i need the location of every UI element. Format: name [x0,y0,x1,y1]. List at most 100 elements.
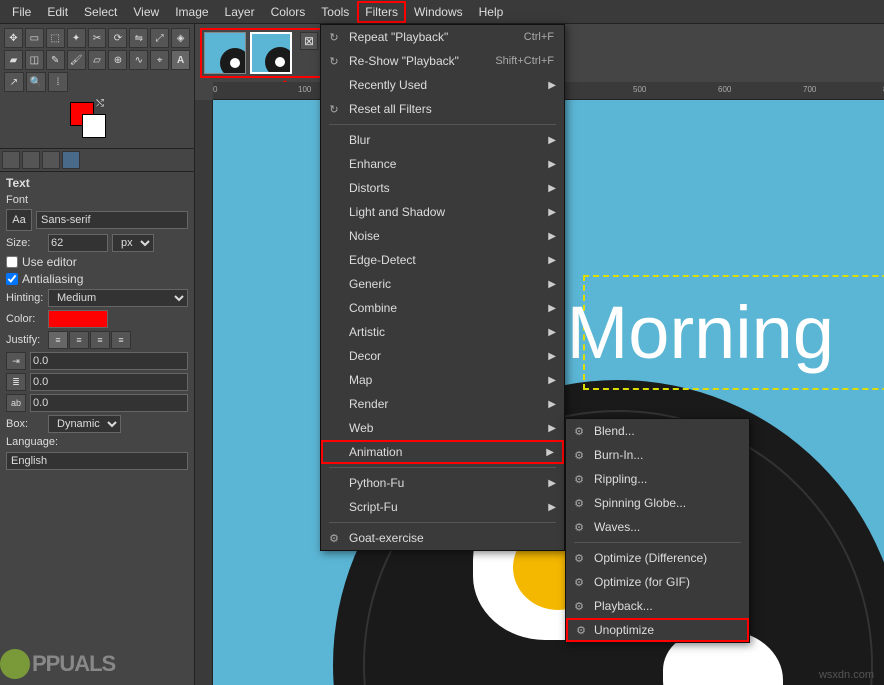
menu-item-edge-detect[interactable]: Edge-Detect▶ [321,248,564,272]
document-thumb-2[interactable] [250,32,292,74]
tool-pencil[interactable]: ✎ [46,50,65,70]
menu-item-repeat-playback-[interactable]: ↻Repeat "Playback"Ctrl+F [321,25,564,49]
menu-item-decor[interactable]: Decor▶ [321,344,564,368]
background-color[interactable] [82,114,106,138]
tool-bucket[interactable]: ▰ [4,50,23,70]
menu-item-recently-used[interactable]: Recently Used▶ [321,73,564,97]
text-color-swatch[interactable] [48,310,108,328]
tab-history[interactable] [42,151,60,169]
menu-item-light-and-shadow[interactable]: Light and Shadow▶ [321,200,564,224]
menu-item-generic[interactable]: Generic▶ [321,272,564,296]
font-input[interactable] [36,211,188,229]
tab-images[interactable] [62,151,80,169]
menu-item-optimize-for-gif-[interactable]: ⚙Optimize (for GIF) [566,570,749,594]
menubar-item-layer[interactable]: Layer [217,1,263,23]
letter-spacing-input[interactable] [30,394,188,412]
menu-item-map[interactable]: Map▶ [321,368,564,392]
menubar-item-colors[interactable]: Colors [263,1,314,23]
tool-move[interactable]: ✥ [4,28,23,48]
menu-item-enhance[interactable]: Enhance▶ [321,152,564,176]
tool-flip[interactable]: ⇋ [129,28,148,48]
menubar-item-select[interactable]: Select [76,1,125,23]
line-spacing-input[interactable] [30,373,188,391]
menubar-item-windows[interactable]: Windows [406,1,471,23]
box-select[interactable]: Dynamic [48,415,121,433]
tool-clone[interactable]: ⊕ [108,50,127,70]
language-input[interactable] [6,452,188,470]
menu-item-animation[interactable]: Animation▶ [321,440,564,464]
indent-input[interactable] [30,352,188,370]
tool-crop[interactable]: ✂ [88,28,107,48]
size-input[interactable] [48,234,108,252]
tool-zoom[interactable]: 🔍 [26,72,46,92]
menu-item-rippling-[interactable]: ⚙Rippling... [566,467,749,491]
menu-item-spinning-globe-[interactable]: ⚙Spinning Globe... [566,491,749,515]
tool-eraser[interactable]: ▱ [88,50,107,70]
menu-item-blur[interactable]: Blur▶ [321,128,564,152]
chevron-right-icon: ▶ [548,80,556,91]
menubar-item-help[interactable]: Help [471,1,512,23]
menu-item-script-fu[interactable]: Script-Fu▶ [321,495,564,519]
tab-tool-options[interactable] [2,151,20,169]
size-unit-select[interactable]: px [112,234,154,252]
menu-item-reset-all-filters[interactable]: ↻Reset all Filters [321,97,564,121]
menu-item-optimize-difference-[interactable]: ⚙Optimize (Difference) [566,546,749,570]
justify-label: Justify: [6,334,44,346]
menu-item-playback-[interactable]: ⚙Playback... [566,594,749,618]
menu-item-blend-[interactable]: ⚙Blend... [566,419,749,443]
tool-rect-select[interactable]: ▭ [25,28,44,48]
menubar-item-edit[interactable]: Edit [39,1,76,23]
menubar-item-filters[interactable]: Filters [357,1,406,23]
menu-item-label: Generic [349,277,391,291]
tool-paths[interactable]: ⌖ [150,50,169,70]
menu-item-noise[interactable]: Noise▶ [321,224,564,248]
swap-colors-icon[interactable]: ⤭ [96,98,104,109]
tool-fuzzy-select[interactable]: ✦ [67,28,86,48]
tool-free-select[interactable]: ⬚ [46,28,65,48]
menu-item-python-fu[interactable]: Python-Fu▶ [321,471,564,495]
menu-item-waves-[interactable]: ⚙Waves... [566,515,749,539]
gear-icon: ⚙ [572,551,586,565]
menu-item-render[interactable]: Render▶ [321,392,564,416]
menu-item-burn-in-[interactable]: ⚙Burn-In... [566,443,749,467]
tool-measure[interactable]: ↗ [4,72,24,92]
menu-item-artistic[interactable]: Artistic▶ [321,320,564,344]
menu-item-unoptimize[interactable]: ⚙Unoptimize [566,618,749,642]
tab-device[interactable] [22,151,40,169]
font-preview[interactable]: Aa [6,209,32,231]
ruler-tick: 500 [633,85,646,94]
tool-gradient[interactable]: ◫ [25,50,44,70]
chevron-right-icon: ▶ [548,423,556,434]
justify-left-button[interactable]: ≡ [48,331,68,349]
justify-fill-button[interactable]: ≡ [111,331,131,349]
antialiasing-checkbox[interactable] [6,273,18,285]
menu-item-web[interactable]: Web▶ [321,416,564,440]
tool-picker[interactable]: ⁞ [48,72,68,92]
justify-center-button[interactable]: ≡ [90,331,110,349]
use-editor-checkbox[interactable] [6,256,18,268]
vertical-ruler[interactable] [195,100,213,685]
menubar-item-image[interactable]: Image [167,1,216,23]
menu-item-re-show-playback-[interactable]: ↻Re-Show "Playback"Shift+Ctrl+F [321,49,564,73]
menubar-item-tools[interactable]: Tools [313,1,357,23]
tool-brush[interactable]: 🖌 [67,50,86,70]
canvas-text-morning[interactable]: Morning [567,290,834,375]
tool-smudge[interactable]: ∿ [129,50,148,70]
menu-item-combine[interactable]: Combine▶ [321,296,564,320]
tool-rotate[interactable]: ⟳ [108,28,127,48]
justify-right-button[interactable]: ≡ [69,331,89,349]
hinting-select[interactable]: Medium [48,289,188,307]
tool-scale[interactable]: ⤢ [150,28,169,48]
menubar-item-file[interactable]: File [4,1,39,23]
color-area: ⤭ [0,98,194,148]
menu-item-goat-exercise[interactable]: ⚙Goat-exercise [321,526,564,550]
menu-item-distorts[interactable]: Distorts▶ [321,176,564,200]
tool-text[interactable]: A [171,50,190,70]
tool-warp[interactable]: ◈ [171,28,190,48]
document-thumb-1[interactable] [204,32,246,74]
menubar-item-view[interactable]: View [125,1,167,23]
document-close-button[interactable]: ⊠ [300,32,318,50]
chevron-right-icon: ▶ [548,478,556,489]
menu-item-label: Burn-In... [594,448,643,462]
chevron-right-icon: ▶ [546,447,554,458]
